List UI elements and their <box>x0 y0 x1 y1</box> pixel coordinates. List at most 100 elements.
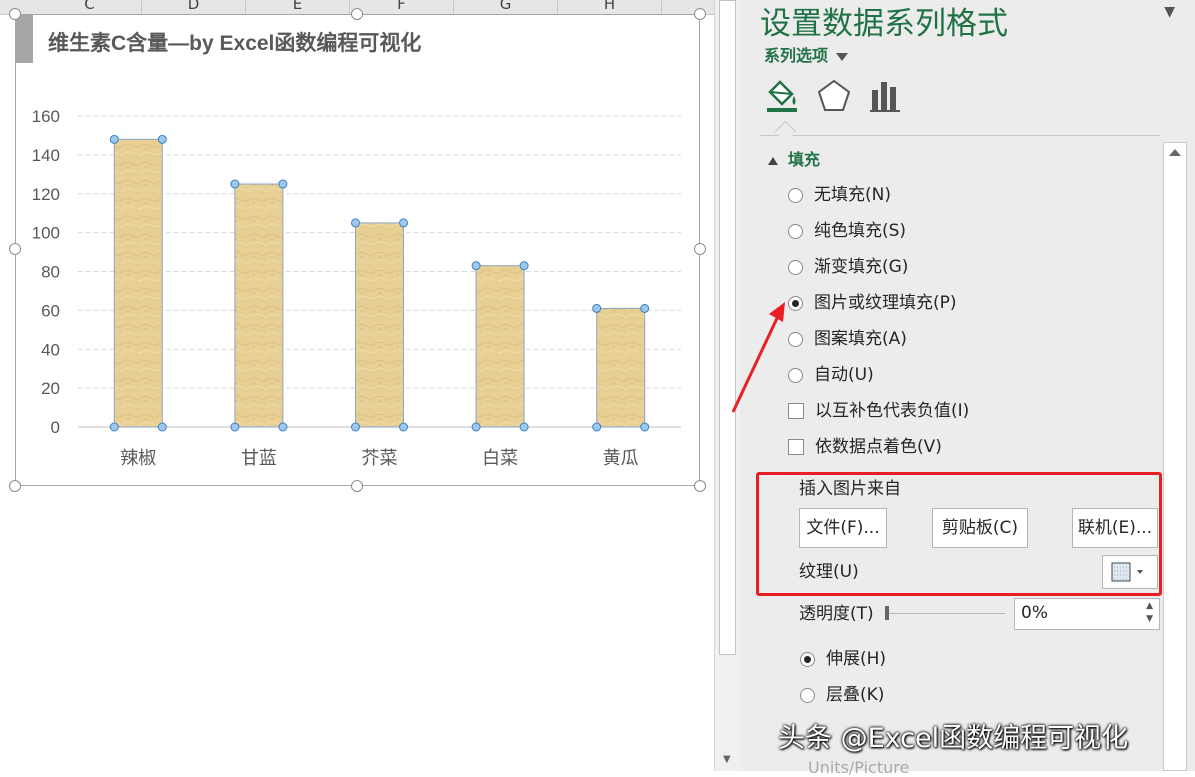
bar-selection-handle[interactable] <box>519 422 529 432</box>
radio-button-selected[interactable] <box>800 651 815 667</box>
fill-line-icon[interactable] <box>764 78 800 114</box>
resize-handle-bottom-mid[interactable] <box>351 480 363 492</box>
bar-selection-handle[interactable] <box>592 303 602 313</box>
radio-label: 图片或纹理填充(P) <box>814 293 957 313</box>
series-options-dropdown[interactable]: 系列选项 <box>764 42 849 66</box>
y-tick-label: 120 <box>32 185 60 204</box>
bar-selection-handle[interactable] <box>157 422 167 432</box>
bar-2[interactable] <box>230 179 288 432</box>
chart-area[interactable]: 维生素C含量—by Excel函数编程可视化 0 20 40 60 80 100 120 14… <box>15 14 700 486</box>
bar-1[interactable] <box>109 134 167 432</box>
radio-button[interactable] <box>788 223 803 239</box>
bar[interactable] <box>596 307 646 428</box>
bar-selection-handle[interactable] <box>592 422 602 432</box>
radio-button[interactable] <box>800 687 815 703</box>
bar-selection-handle[interactable] <box>109 134 119 144</box>
transparency-slider[interactable] <box>885 606 1005 622</box>
resize-handle-top-mid[interactable] <box>351 8 363 20</box>
column-header-h[interactable]: H <box>558 0 662 14</box>
watermark: 头条 @Excel函数编程可视化 <box>778 723 1129 754</box>
radio-stretch[interactable]: 伸展(H) <box>800 648 886 670</box>
series-options-label: 系列选项 <box>764 46 829 65</box>
column-header-f[interactable]: F <box>350 0 454 14</box>
bar-3[interactable] <box>351 218 408 432</box>
bar[interactable] <box>475 265 525 428</box>
radio-button[interactable] <box>788 187 803 203</box>
fill-section-label: 填充 <box>788 150 821 169</box>
bar-4[interactable] <box>471 261 529 432</box>
resize-handle-mid-right[interactable] <box>694 243 706 255</box>
checkbox-vary-colors-by-point[interactable]: 依数据点着色(V) <box>788 436 942 458</box>
bar-selection-handle[interactable] <box>351 218 360 228</box>
bar-selection-handle[interactable] <box>471 261 481 271</box>
radio-solid-fill[interactable]: 纯色填充(S) <box>788 220 906 242</box>
collapse-triangle-icon <box>768 156 778 165</box>
scroll-up-arrow-icon[interactable] <box>1169 149 1181 156</box>
column-header-c[interactable]: C <box>38 0 142 14</box>
radio-stack[interactable]: 层叠(K) <box>800 684 884 706</box>
bar-selection-handle[interactable] <box>230 179 240 189</box>
radio-pattern-fill[interactable]: 图案填充(A) <box>788 328 907 350</box>
radio-label: 渐变填充(G) <box>814 257 909 277</box>
bar-selection-handle[interactable] <box>399 422 408 432</box>
bar-selection-handle[interactable] <box>230 422 240 432</box>
resize-handle-mid-left[interactable] <box>9 243 21 255</box>
series-options-bars-icon[interactable] <box>868 78 904 114</box>
radio-label: 自动(U) <box>814 365 874 385</box>
bar-5[interactable] <box>592 303 650 432</box>
bar-selection-handle[interactable] <box>399 218 408 228</box>
bar-selection-handle[interactable] <box>519 261 529 271</box>
bar-selection-handle[interactable] <box>278 179 288 189</box>
column-header-g[interactable]: G <box>454 0 558 14</box>
x-tick-label: 芥菜 <box>362 448 398 469</box>
transparency-spinner[interactable]: 0% ▲ ▼ <box>1014 598 1160 630</box>
resize-handle-top-right[interactable] <box>694 8 706 20</box>
y-tick-label: 60 <box>41 301 60 320</box>
y-tick-label: 160 <box>32 107 60 126</box>
resize-handle-top-left[interactable] <box>9 8 21 20</box>
bar-selection-handle[interactable] <box>351 422 360 432</box>
column-header-e[interactable]: E <box>246 0 350 14</box>
bar-selection-handle[interactable] <box>157 134 167 144</box>
bar[interactable] <box>113 138 163 428</box>
radio-label: 无填充(N) <box>814 185 891 205</box>
pane-options-dropdown-icon[interactable]: ▼ <box>1164 4 1175 20</box>
fill-section-header[interactable]: 填充 <box>768 146 820 170</box>
checkbox-invert-if-negative[interactable]: 以互补色代表负值(I) <box>788 400 969 422</box>
slider-thumb[interactable] <box>885 606 889 620</box>
y-tick-label: 80 <box>41 263 60 282</box>
effects-pentagon-icon[interactable] <box>816 78 852 114</box>
radio-gradient-fill[interactable]: 渐变填充(G) <box>788 256 908 278</box>
bar-selection-handle[interactable] <box>640 303 650 313</box>
column-header-d[interactable]: D <box>142 0 246 14</box>
plot-area[interactable]: 0 20 40 60 80 100 120 140 160 辣椒 甘蓝 芥菜 白菜 黄瓜 <box>16 15 701 487</box>
radio-no-fill[interactable]: 无填充(N) <box>788 184 891 206</box>
x-tick-label: 辣椒 <box>120 448 156 469</box>
radio-automatic[interactable]: 自动(U) <box>788 364 874 386</box>
transparency-value[interactable]: 0% <box>1021 603 1048 623</box>
spinner-arrows-icon[interactable]: ▲ ▼ <box>1146 600 1153 626</box>
bar-selection-handle[interactable] <box>278 422 288 432</box>
bar-selection-handle[interactable] <box>109 422 119 432</box>
resize-handle-bottom-right[interactable] <box>694 480 706 492</box>
radio-label: 层叠(K) <box>826 685 885 705</box>
scroll-down-arrow-icon[interactable]: ▼ <box>723 754 731 765</box>
x-tick-label: 甘蓝 <box>241 448 277 469</box>
radio-label: 伸展(H) <box>826 649 887 669</box>
radio-picture-texture-fill[interactable]: 图片或纹理填充(P) <box>788 292 957 314</box>
bar-selection-handle[interactable] <box>640 422 650 432</box>
y-tick-label: 0 <box>51 418 60 437</box>
radio-label: 图案填充(A) <box>814 329 907 349</box>
pane-vertical-scrollbar[interactable] <box>1163 142 1187 771</box>
bar-selection-handle[interactable] <box>471 422 481 432</box>
slider-track <box>885 613 1005 614</box>
checkbox[interactable] <box>788 439 804 455</box>
pane-title: 设置数据系列格式 <box>760 6 1008 41</box>
annotation-arrow-icon <box>731 302 785 413</box>
bar[interactable] <box>355 222 404 428</box>
resize-handle-bottom-left[interactable] <box>9 480 21 492</box>
bar[interactable] <box>234 183 284 428</box>
radio-button[interactable] <box>788 259 803 275</box>
checkbox-label: 依数据点着色(V) <box>815 437 942 457</box>
checkbox-label: 以互补色代表负值(I) <box>815 401 970 421</box>
